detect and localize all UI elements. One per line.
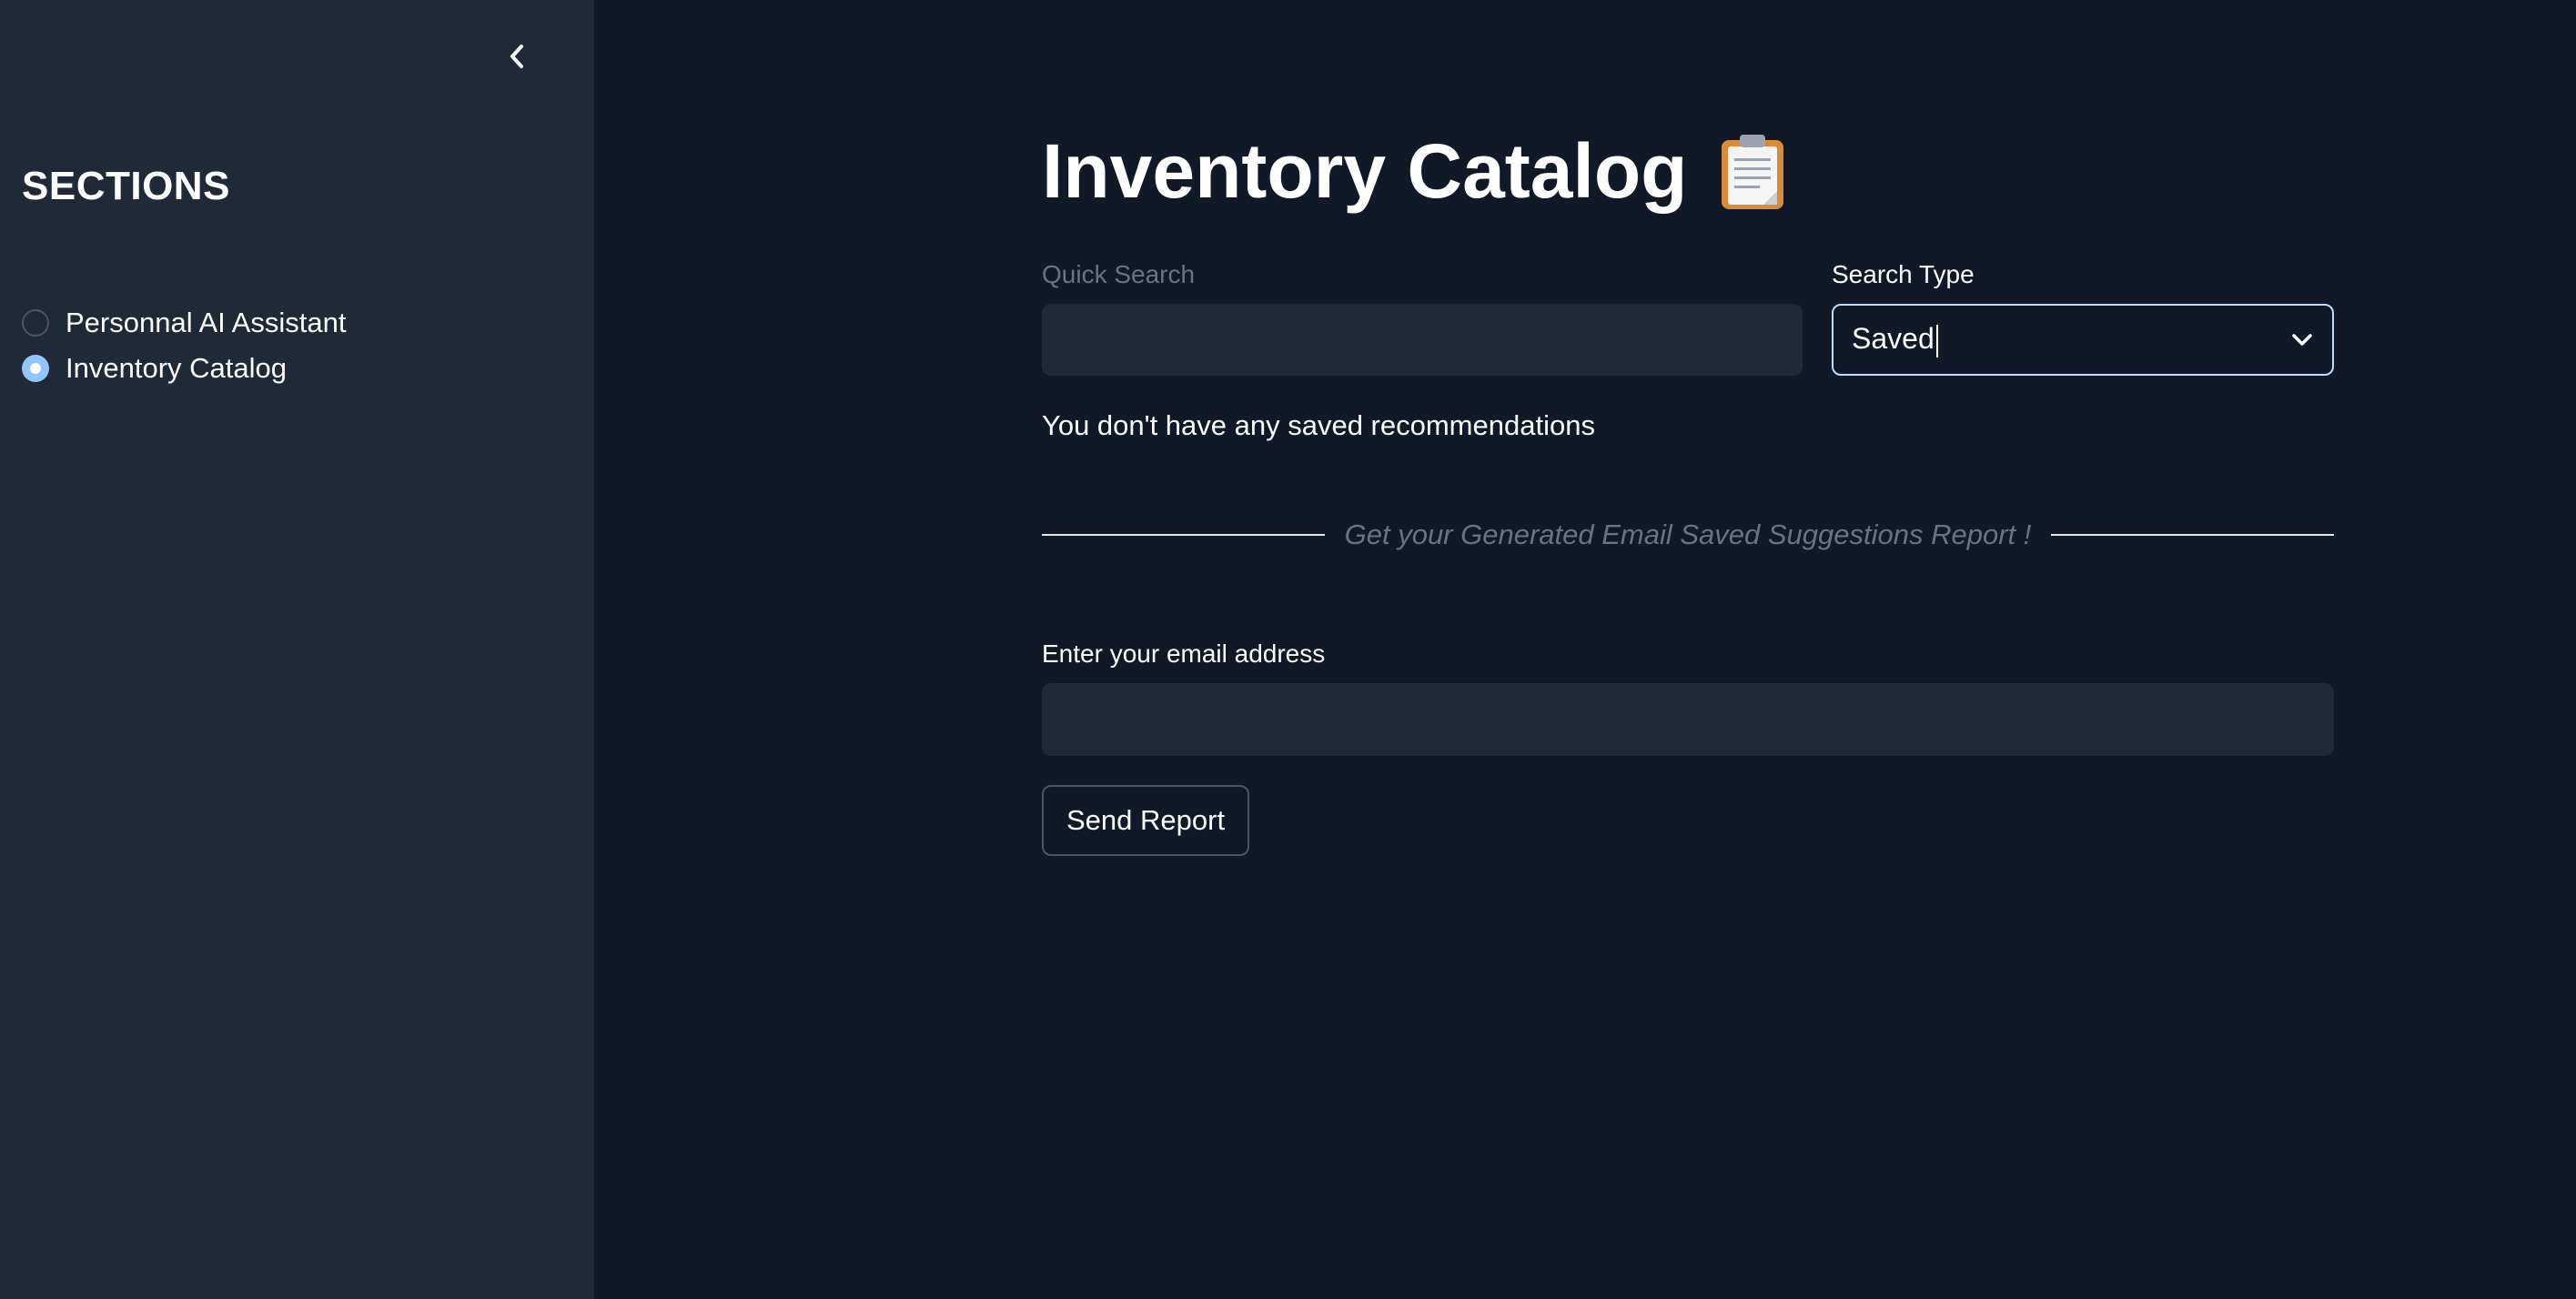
radio-label: Inventory Catalog xyxy=(66,352,287,384)
search-type-value: Saved xyxy=(1852,322,2290,357)
quick-search-input[interactable] xyxy=(1042,304,1803,376)
search-type-select[interactable]: Saved xyxy=(1832,304,2334,376)
radio-label: Personnal AI Assistant xyxy=(66,307,347,338)
send-report-button[interactable]: Send Report xyxy=(1042,785,1250,856)
sidebar: SECTIONS Personnal AI Assistant Inventor… xyxy=(0,0,594,1299)
radio-checked-icon[interactable] xyxy=(22,355,49,382)
divider-line-right xyxy=(2051,534,2334,536)
sections-radio-group: Personnal AI Assistant Inventory Catalog xyxy=(22,300,346,391)
divider-line-left xyxy=(1042,534,1325,536)
quick-search-label: Quick Search xyxy=(1042,260,1196,288)
app: SECTIONS Personnal AI Assistant Inventor… xyxy=(0,0,2576,1299)
no-saved-message: You don't have any saved recommendations xyxy=(1042,409,1595,441)
radio-option-personnal-ai-assistant[interactable]: Personnal AI Assistant xyxy=(22,300,346,346)
email-label: Enter your email address xyxy=(1042,639,1326,668)
radio-unchecked-icon[interactable] xyxy=(22,309,49,337)
sidebar-collapse-button[interactable] xyxy=(499,38,535,75)
section-divider: Get your Generated Email Saved Suggestio… xyxy=(1042,519,2334,551)
chevron-left-icon xyxy=(510,45,523,68)
radio-option-inventory-catalog[interactable]: Inventory Catalog xyxy=(22,346,346,391)
search-type-label: Search Type xyxy=(1832,260,1975,288)
page-title-text: Inventory Catalog xyxy=(1042,128,1688,214)
page-title: Inventory Catalog xyxy=(1042,127,1785,216)
divider-text: Get your Generated Email Saved Suggestio… xyxy=(1344,519,2032,550)
chevron-down-icon xyxy=(2292,333,2312,346)
email-input[interactable] xyxy=(1042,683,2334,756)
sidebar-title: SECTIONS xyxy=(22,164,230,208)
clipboard-icon xyxy=(1720,133,1785,211)
